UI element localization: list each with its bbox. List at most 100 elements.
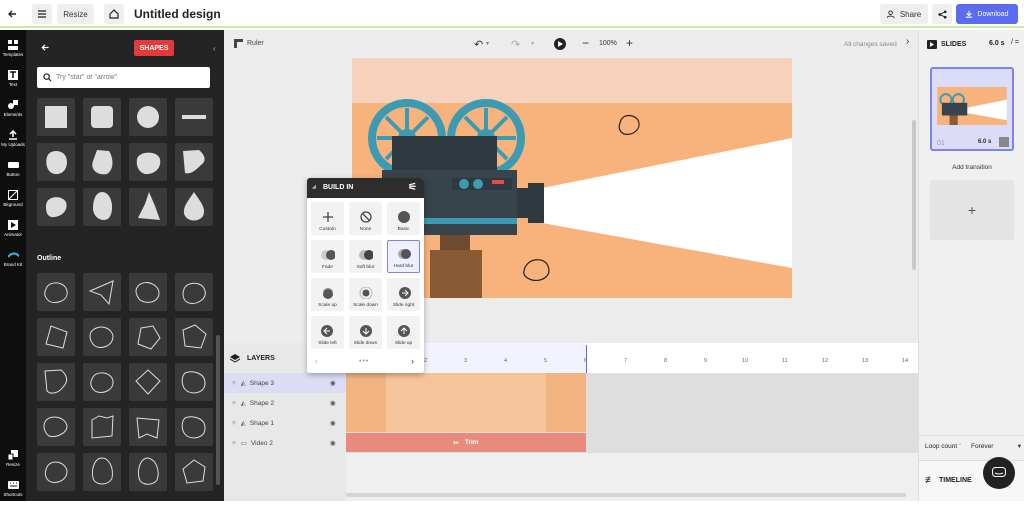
shape-blob[interactable] xyxy=(37,188,75,226)
shape-outline[interactable] xyxy=(37,408,75,446)
shape-tracks-start[interactable] xyxy=(346,373,386,432)
chat-button[interactable] xyxy=(983,457,1015,489)
share-button[interactable]: Share xyxy=(880,4,928,24)
add-slide-button[interactable]: + xyxy=(930,180,1014,240)
workspace-scrollbar[interactable] xyxy=(912,120,916,270)
shape-outline[interactable] xyxy=(175,363,213,401)
shape-blob[interactable] xyxy=(175,143,213,181)
build-option-basic[interactable]: Basic xyxy=(387,202,420,235)
expand-right-icon[interactable]: › xyxy=(906,36,909,47)
shape-circle[interactable] xyxy=(129,98,167,136)
collapse-panel-icon[interactable]: ‹ xyxy=(213,44,216,53)
eye-icon[interactable]: ◉ xyxy=(330,419,336,427)
video-track[interactable]: ✂ Trim xyxy=(346,433,586,452)
eye-icon[interactable]: ◉ xyxy=(330,379,336,387)
sliders-icon[interactable]: ⚟ xyxy=(408,182,417,193)
build-option-scale-up[interactable]: Scale up xyxy=(311,278,344,311)
shape-outline[interactable] xyxy=(129,453,167,491)
rail-item-resize[interactable]: Resize xyxy=(0,445,26,475)
shape-outline[interactable] xyxy=(175,408,213,446)
shape-blob[interactable] xyxy=(129,188,167,226)
share-link-icon[interactable] xyxy=(932,4,952,24)
shape-blob[interactable] xyxy=(83,188,121,226)
drag-handle-icon[interactable]: ≡ xyxy=(232,440,236,447)
play-icon[interactable] xyxy=(554,38,566,50)
undo-dropdown-icon[interactable]: ▾ xyxy=(486,40,489,47)
shape-outline[interactable] xyxy=(37,453,75,491)
download-button[interactable]: Download xyxy=(956,4,1018,24)
layer-row[interactable]: ≡ ◭ Shape 1 ◉ xyxy=(224,413,346,433)
build-option-none[interactable]: None xyxy=(349,202,382,235)
add-transition-button[interactable]: Add transition xyxy=(930,159,1014,175)
back-arrow-icon[interactable] xyxy=(40,43,50,54)
shape-square[interactable] xyxy=(37,98,75,136)
shape-outline[interactable] xyxy=(37,363,75,401)
build-option-custom[interactable]: Custom xyxy=(311,202,344,235)
back-icon[interactable] xyxy=(2,4,22,24)
shape-blob[interactable] xyxy=(37,143,75,181)
zoom-in-icon[interactable]: + xyxy=(626,36,633,50)
build-option-slide-up[interactable]: Slide up xyxy=(387,316,420,349)
shape-outline[interactable] xyxy=(175,453,213,491)
zoom-out-icon[interactable]: − xyxy=(582,36,589,50)
build-option-fade[interactable]: Fade xyxy=(311,240,344,273)
rail-item-animator[interactable]: Animator xyxy=(0,215,26,245)
redo-icon[interactable]: ↷ xyxy=(511,38,520,51)
shape-outline[interactable] xyxy=(129,318,167,356)
shape-outline[interactable] xyxy=(129,408,167,446)
shape-blob[interactable] xyxy=(129,143,167,181)
eye-icon[interactable]: ◉ xyxy=(330,399,336,407)
rail-item-brand-kit[interactable]: Brand Kit xyxy=(0,245,26,275)
shape-outline[interactable] xyxy=(175,273,213,311)
shape-outline[interactable] xyxy=(83,318,121,356)
home-icon[interactable] xyxy=(104,4,124,24)
search-box[interactable] xyxy=(37,67,210,88)
redo-dropdown-icon[interactable]: ▾ xyxy=(531,40,534,47)
layer-row[interactable]: ≡ ◭ Shape 2 ◉ xyxy=(224,393,346,413)
rail-item-button[interactable]: Button xyxy=(0,155,26,185)
slide-thumbnail[interactable]: 01 6.0 s xyxy=(930,67,1014,151)
resize-button[interactable]: Resize xyxy=(57,4,94,24)
build-option-slide-down[interactable]: Slide down xyxy=(349,316,382,349)
shape-outline[interactable] xyxy=(175,318,213,356)
time-ruler[interactable]: 2 3 4 5 6 7 8 9 10 11 12 13 14 xyxy=(346,343,918,373)
build-option-slide-left[interactable]: Slide left xyxy=(311,316,344,349)
eye-icon[interactable]: ◉ xyxy=(330,439,336,447)
search-input[interactable] xyxy=(56,74,196,81)
next-page-icon[interactable]: › xyxy=(411,356,414,366)
shape-outline[interactable] xyxy=(129,273,167,311)
shape-line[interactable] xyxy=(175,98,213,136)
layer-row[interactable]: ≡ ▭ Video 2 ◉ xyxy=(224,433,346,453)
shape-outline[interactable] xyxy=(129,363,167,401)
rail-item-elements[interactable]: Elements xyxy=(0,95,26,125)
shape-rounded-square[interactable] xyxy=(83,98,121,136)
rail-item-background[interactable]: Bkground xyxy=(0,185,26,215)
menu-icon[interactable] xyxy=(32,4,52,24)
rail-item-uploads[interactable]: My Uploads xyxy=(0,125,26,155)
rail-item-text[interactable]: Text xyxy=(0,65,26,95)
drag-handle-icon[interactable]: ≡ xyxy=(232,420,236,427)
drag-handle-icon[interactable]: ≡ xyxy=(232,400,236,407)
rail-item-templates[interactable]: Templates xyxy=(0,35,26,65)
build-option-soft-blur[interactable]: Soft blur xyxy=(349,240,382,273)
build-option-slide-right[interactable]: Slide right xyxy=(387,278,420,311)
drag-handle-icon[interactable]: ≡ xyxy=(232,380,236,387)
shape-outline[interactable] xyxy=(83,408,121,446)
shape-outline[interactable] xyxy=(83,363,121,401)
shape-outline[interactable] xyxy=(83,453,121,491)
shape-tracks-end[interactable] xyxy=(546,373,586,432)
shape-outline[interactable] xyxy=(83,273,121,311)
slides-menu-icon[interactable]: / = xyxy=(1011,39,1019,46)
build-option-scale-down[interactable]: Scale down xyxy=(349,278,382,311)
layer-row[interactable]: ≡ ◭ Shape 3 ◉ xyxy=(224,373,346,393)
shape-outline[interactable] xyxy=(37,318,75,356)
zoom-level[interactable]: 100% xyxy=(599,40,617,47)
design-title[interactable]: Untitled design xyxy=(134,7,221,21)
shape-blob[interactable] xyxy=(175,188,213,226)
ruler-toggle[interactable]: Ruler xyxy=(234,39,264,48)
panel-scrollbar[interactable] xyxy=(216,335,220,485)
shape-blob[interactable] xyxy=(83,143,121,181)
playhead[interactable] xyxy=(586,345,587,373)
undo-icon[interactable]: ↶ xyxy=(474,38,483,51)
build-option-hard-blur[interactable]: Hard blur xyxy=(387,240,420,273)
